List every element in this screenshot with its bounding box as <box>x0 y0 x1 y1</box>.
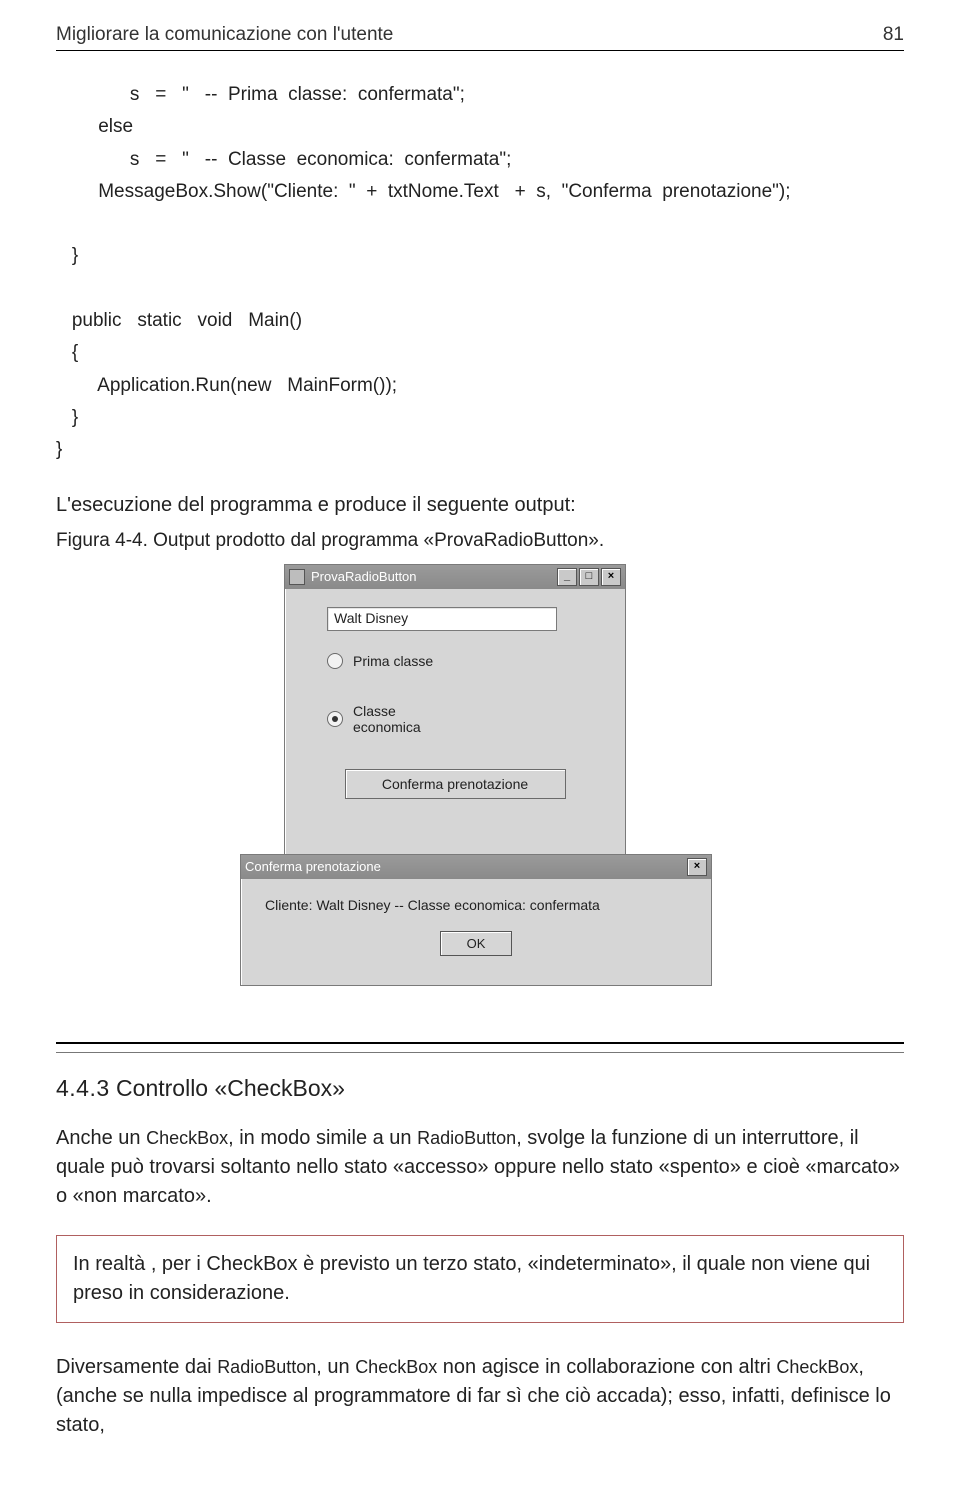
figure-caption: Figura 4-4. Output prodotto dal programm… <box>56 530 904 552</box>
titlebar: ProvaRadioButton _ □ × <box>285 565 625 589</box>
radio-label: Prima classe <box>353 653 433 669</box>
radio-prima-classe[interactable]: Prima classe <box>327 653 599 669</box>
radio-classe-economica[interactable]: Classe economica <box>327 703 599 735</box>
maximize-button[interactable]: □ <box>579 568 599 586</box>
minimize-button[interactable]: _ <box>557 568 577 586</box>
ok-button[interactable]: OK <box>440 931 513 956</box>
window-title: ProvaRadioButton <box>311 569 417 584</box>
system-menu-icon[interactable] <box>289 569 305 585</box>
code-block: s = " -- Prima classe: confermata"; else… <box>56 79 904 467</box>
radio-icon <box>327 653 343 669</box>
exec-paragraph: L'esecuzione del programma e produce il … <box>56 491 904 520</box>
window-messagebox: Conferma prenotazione × Cliente: Walt Di… <box>240 854 712 986</box>
close-button[interactable]: × <box>601 568 621 586</box>
paragraph-checkbox-compare: Diversamente dai RadioButton, un CheckBo… <box>56 1353 904 1440</box>
close-button[interactable]: × <box>687 858 707 876</box>
figure-image: ProvaRadioButton _ □ × Walt Disney Prima… <box>56 564 904 994</box>
radio-label: Classe economica <box>353 703 421 735</box>
page-number: 81 <box>883 24 904 46</box>
note-box: In realtà , per i CheckBox è previsto un… <box>56 1235 904 1323</box>
name-input[interactable]: Walt Disney <box>327 607 557 631</box>
confirm-button[interactable]: Conferma prenotazione <box>345 769 566 799</box>
titlebar: Conferma prenotazione × <box>241 855 711 879</box>
window-provaradiobutton: ProvaRadioButton _ □ × Walt Disney Prima… <box>284 564 626 904</box>
section-heading: 4.4.3 Controllo «CheckBox» <box>56 1075 904 1102</box>
running-header: Migliorare la comunicazione con l'utente… <box>56 24 904 51</box>
window-title: Conferma prenotazione <box>245 859 381 874</box>
radio-icon <box>327 711 343 727</box>
section-divider <box>56 1052 904 1053</box>
section-divider <box>56 1042 904 1044</box>
paragraph-checkbox-intro: Anche un CheckBox, in modo simile a un R… <box>56 1124 904 1211</box>
messagebox-text: Cliente: Walt Disney -- Classe economica… <box>265 897 687 913</box>
header-title: Migliorare la comunicazione con l'utente <box>56 24 393 46</box>
